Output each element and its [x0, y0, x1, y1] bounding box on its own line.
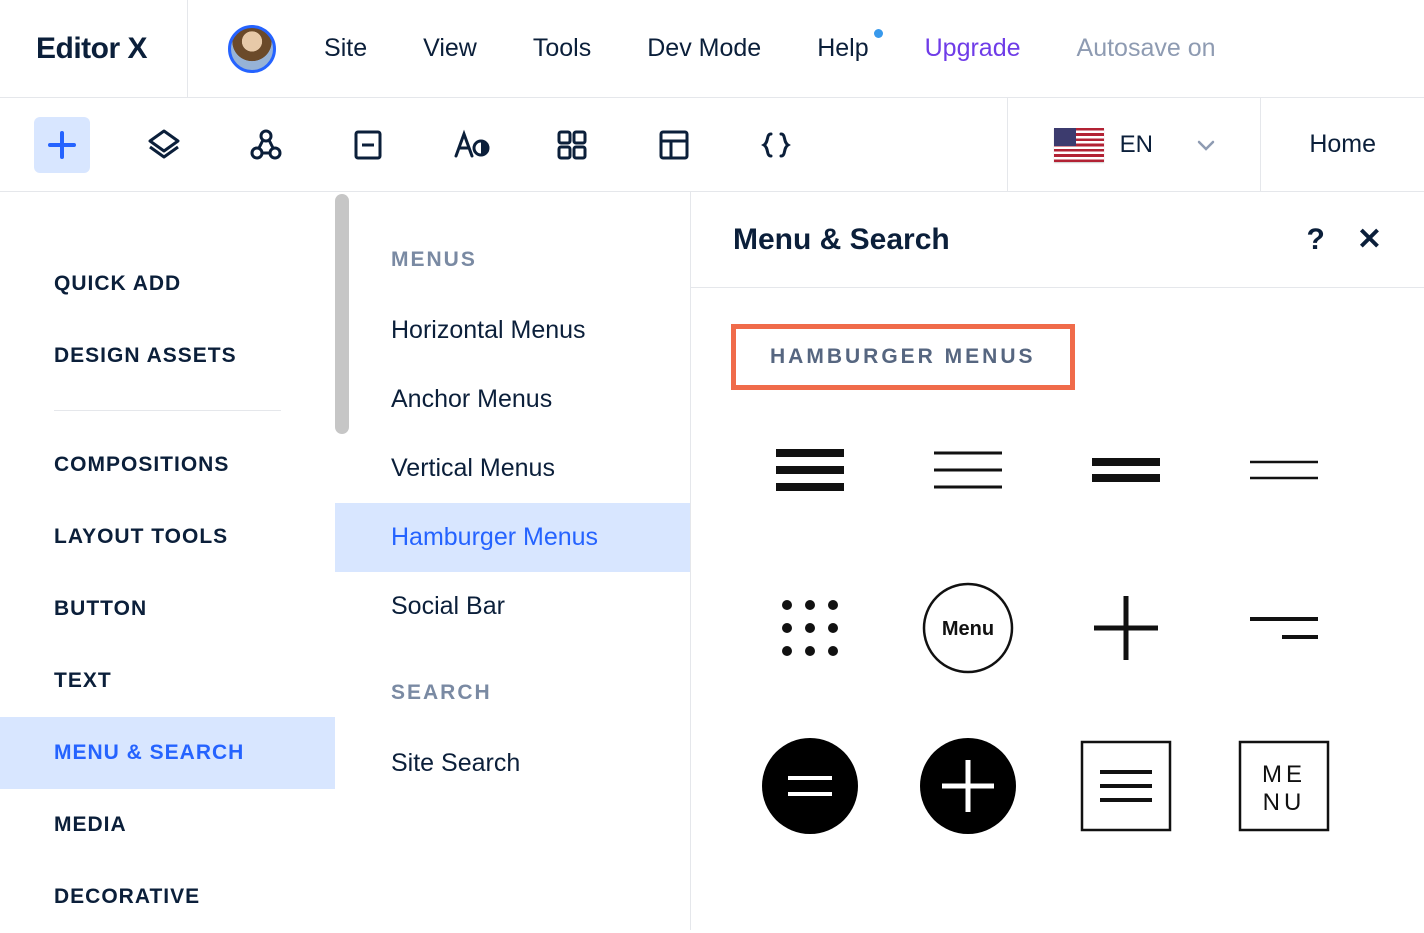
- leftnav-scrollbar[interactable]: [335, 194, 349, 434]
- svg-text:ME: ME: [1262, 761, 1306, 788]
- layers-icon[interactable]: [136, 117, 192, 173]
- section-label: HAMBURGER MENUS: [770, 345, 1036, 369]
- leftnav-menu-search[interactable]: MENU & SEARCH: [0, 717, 335, 789]
- left-nav: QUICK ADD DESIGN ASSETS COMPOSITIONS LAY…: [0, 192, 335, 930]
- hamburger-thumb-boxed-menu[interactable]: ME NU: [1205, 738, 1363, 834]
- topmenu-help[interactable]: Help: [817, 34, 868, 63]
- right-panel-title: Menu & Search: [733, 223, 950, 257]
- tool-icons: [0, 98, 1007, 191]
- leftnav-button[interactable]: BUTTON: [54, 573, 335, 645]
- leftnav-layout-tools[interactable]: LAYOUT TOOLS: [54, 501, 335, 573]
- hamburger-thumb-plus-black[interactable]: [889, 738, 1047, 834]
- help-notification-dot: [874, 29, 883, 38]
- avatar[interactable]: [228, 25, 276, 73]
- mid-section-search: SEARCH: [335, 681, 690, 729]
- mid-item-hamburger[interactable]: Hamburger Menus: [335, 503, 690, 572]
- data-icon[interactable]: [646, 117, 702, 173]
- mid-spacer: [335, 641, 690, 681]
- topmenu-upgrade[interactable]: Upgrade: [925, 34, 1021, 63]
- top-bar: Editor X Site View Tools Dev Mode Help U…: [0, 0, 1424, 98]
- toolbar: EN Home: [0, 98, 1424, 192]
- hamburger-thumb-short-offset[interactable]: [1205, 580, 1363, 676]
- hamburger-thumb-equals-black[interactable]: [731, 738, 889, 834]
- leftnav-divider: [54, 410, 281, 411]
- mid-item-social[interactable]: Social Bar: [335, 572, 690, 641]
- hamburger-thumb-boxed-lines[interactable]: [1047, 738, 1205, 834]
- help-icon[interactable]: ?: [1307, 223, 1325, 257]
- middle-column: MENUS Horizontal Menus Anchor Menus Vert…: [335, 192, 691, 930]
- topmenu-site[interactable]: Site: [324, 34, 367, 63]
- brand-logo: Editor X: [36, 32, 187, 66]
- close-icon[interactable]: ✕: [1357, 222, 1382, 257]
- hamburger-thumb-classic-thin[interactable]: [889, 422, 1047, 518]
- hamburger-grid: Menu: [731, 422, 1384, 834]
- topbar-divider: [187, 0, 188, 98]
- section-label-highlight: HAMBURGER MENUS: [731, 324, 1075, 390]
- right-panel-body: HAMBURGER MENUS: [691, 288, 1424, 870]
- topmenu-help-label: Help: [817, 34, 868, 62]
- leftnav-quick-add[interactable]: QUICK ADD: [54, 248, 335, 320]
- page-label: Home: [1309, 130, 1376, 159]
- topmenu-devmode[interactable]: Dev Mode: [647, 34, 761, 63]
- right-panel-actions: ? ✕: [1307, 222, 1382, 257]
- page-icon[interactable]: [340, 117, 396, 173]
- hamburger-thumb-menu-circle[interactable]: Menu: [889, 580, 1047, 676]
- leftnav-text[interactable]: TEXT: [54, 645, 335, 717]
- hamburger-thumb-plus[interactable]: [1047, 580, 1205, 676]
- svg-text:Menu: Menu: [942, 618, 994, 640]
- topmenu-autosave: Autosave on: [1077, 34, 1216, 63]
- language-code: EN: [1120, 131, 1153, 159]
- leftnav-media[interactable]: MEDIA: [54, 789, 335, 861]
- us-flag-icon: [1054, 128, 1104, 162]
- mid-item-site-search[interactable]: Site Search: [335, 729, 690, 798]
- mid-section-menus: MENUS: [335, 248, 690, 296]
- main-area: QUICK ADD DESIGN ASSETS COMPOSITIONS LAY…: [0, 192, 1424, 930]
- breakpoints-icon[interactable]: [238, 117, 294, 173]
- language-selector[interactable]: EN: [1007, 98, 1261, 191]
- page-selector[interactable]: Home: [1261, 98, 1424, 191]
- mid-item-anchor[interactable]: Anchor Menus: [335, 365, 690, 434]
- code-icon[interactable]: [748, 117, 804, 173]
- masters-icon[interactable]: [544, 117, 600, 173]
- mid-item-horizontal[interactable]: Horizontal Menus: [335, 296, 690, 365]
- leftnav-decorative[interactable]: DECORATIVE: [54, 861, 335, 933]
- top-menu: Site View Tools Dev Mode Help Upgrade Au…: [324, 34, 1216, 63]
- topmenu-view[interactable]: View: [423, 34, 477, 63]
- chevron-down-icon: [1197, 131, 1215, 159]
- leftnav-design-assets[interactable]: DESIGN ASSETS: [54, 320, 335, 392]
- topmenu-tools[interactable]: Tools: [533, 34, 591, 63]
- add-panel-button[interactable]: [34, 117, 90, 173]
- hamburger-thumb-two-bold[interactable]: [1047, 422, 1205, 518]
- hamburger-thumb-dots[interactable]: [731, 580, 889, 676]
- hamburger-thumb-two-thin[interactable]: [1205, 422, 1363, 518]
- leftnav-compositions[interactable]: COMPOSITIONS: [54, 429, 335, 501]
- right-panel: Menu & Search ? ✕ HAMBURGER MENUS: [691, 192, 1424, 930]
- mid-item-vertical[interactable]: Vertical Menus: [335, 434, 690, 503]
- hamburger-thumb-classic-bold[interactable]: [731, 422, 889, 518]
- right-panel-header: Menu & Search ? ✕: [691, 192, 1424, 288]
- svg-text:NU: NU: [1263, 789, 1306, 816]
- theme-icon[interactable]: [442, 117, 498, 173]
